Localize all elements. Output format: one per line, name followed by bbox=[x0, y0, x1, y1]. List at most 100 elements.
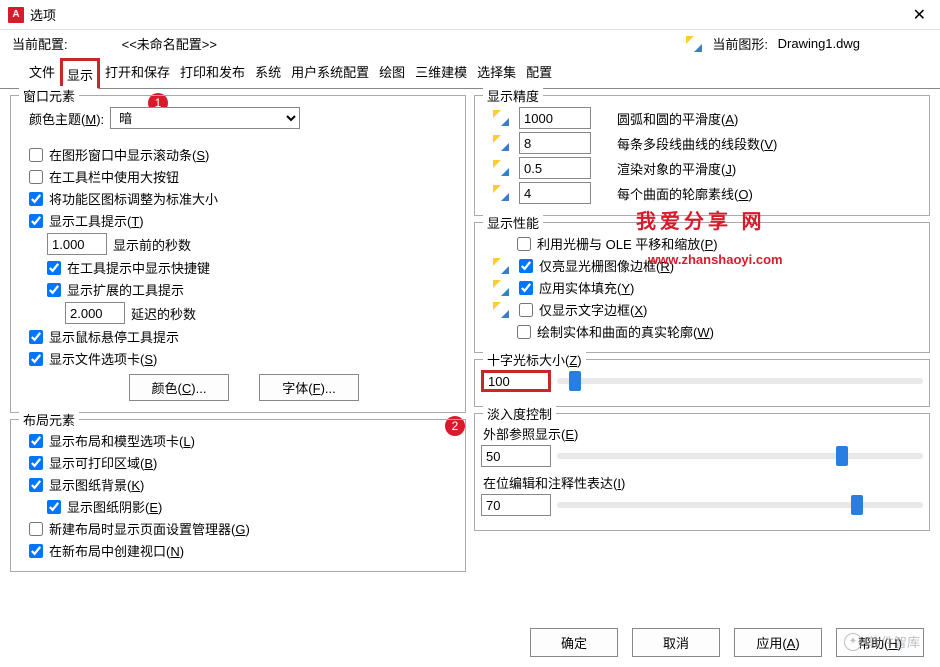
group-title: 显示精度 bbox=[483, 86, 543, 105]
input-render[interactable] bbox=[519, 157, 591, 179]
group-fade: 淡入度控制 外部参照显示(E) 在位编辑和注释性表达(I) bbox=[474, 413, 930, 531]
group-title: 十字光标大小(Z) bbox=[483, 350, 586, 369]
lbl-scrollbars: 在图形窗口中显示滚动条(S) bbox=[49, 145, 209, 164]
chk-solid-fill[interactable] bbox=[519, 281, 533, 295]
chk-large-buttons[interactable] bbox=[29, 170, 43, 184]
input-seconds-display[interactable] bbox=[47, 233, 107, 255]
chk-tooltips[interactable] bbox=[29, 214, 43, 228]
lbl-page-setup: 新建布局时显示页面设置管理器(G) bbox=[49, 519, 250, 538]
lbl-pan-zoom: 利用光栅与 OLE 平移和缩放(P) bbox=[537, 234, 718, 253]
info-row: 当前配置: <<未命名配置>> 当前图形: Drawing1.dwg bbox=[0, 30, 940, 57]
watermark: ✦ 软件智库 bbox=[844, 632, 920, 651]
lbl-edit: 在位编辑和注释性表达(I) bbox=[483, 473, 923, 492]
overlay-text-2: www.zhanshaoyi.com bbox=[648, 252, 783, 267]
slider-edit[interactable] bbox=[557, 502, 923, 508]
lbl-arc: 圆弧和圆的平滑度(A) bbox=[617, 109, 738, 128]
app-icon: A bbox=[8, 7, 24, 23]
slider-xref[interactable] bbox=[557, 453, 923, 459]
input-arc[interactable] bbox=[519, 107, 591, 129]
lbl-delay-seconds: 延迟的秒数 bbox=[131, 304, 196, 323]
chk-ribbon-standard[interactable] bbox=[29, 192, 43, 206]
lbl-extended: 显示扩展的工具提示 bbox=[67, 280, 184, 299]
group-title: 显示性能 bbox=[483, 213, 543, 232]
colors-button[interactable]: 颜色(C)... bbox=[129, 374, 229, 401]
lbl-paper-bg: 显示图纸背景(K) bbox=[49, 475, 144, 494]
tab-selection[interactable]: 选择集 bbox=[472, 57, 521, 88]
dwg-icon bbox=[493, 280, 509, 296]
drawing-label: 当前图形: bbox=[712, 34, 768, 53]
lbl-shortcuts: 在工具提示中显示快捷键 bbox=[67, 258, 210, 277]
group-title: 布局元素 bbox=[19, 410, 79, 429]
cancel-button[interactable]: 取消 bbox=[632, 628, 720, 657]
chk-rollover[interactable] bbox=[29, 330, 43, 344]
group-layout-elements: 布局元素 显示布局和模型选项卡(L) 显示可打印区域(B) 显示图纸背景(K) … bbox=[10, 419, 466, 572]
group-title: 窗口元素 bbox=[19, 86, 79, 105]
dwg-icon bbox=[686, 36, 702, 52]
chk-highlight[interactable] bbox=[519, 259, 533, 273]
title-bar: A 选项 ✕ bbox=[0, 0, 940, 30]
window-title: 选项 bbox=[30, 5, 56, 24]
lbl-viewport: 在新布局中创建视口(N) bbox=[49, 541, 184, 560]
tab-user[interactable]: 用户系统配置 bbox=[286, 57, 374, 88]
dwg-icon bbox=[493, 160, 509, 176]
lbl-text-frame: 仅显示文字边框(X) bbox=[539, 300, 647, 319]
dwg-icon bbox=[493, 302, 509, 318]
chk-viewport[interactable] bbox=[29, 544, 43, 558]
tab-profiles[interactable]: 配置 bbox=[521, 57, 557, 88]
chk-pan-zoom[interactable] bbox=[517, 237, 531, 251]
dwg-icon bbox=[493, 258, 509, 274]
chk-paper-shadow[interactable] bbox=[47, 500, 61, 514]
input-crosshair-size[interactable] bbox=[481, 370, 551, 392]
tab-system[interactable]: 系统 bbox=[250, 57, 286, 88]
dwg-icon bbox=[493, 110, 509, 126]
close-icon[interactable]: ✕ bbox=[907, 5, 932, 25]
group-display-resolution: 显示精度 圆弧和圆的平滑度(A) 每条多段线曲线的线段数(V) 渲染对象的平滑度… bbox=[474, 95, 930, 216]
lbl-render: 渲染对象的平滑度(J) bbox=[617, 159, 736, 178]
lbl-contour: 每个曲面的轮廓素线(O) bbox=[617, 184, 753, 203]
input-xref[interactable] bbox=[481, 445, 551, 467]
profile-value: <<未命名配置>> bbox=[122, 34, 217, 53]
dwg-icon bbox=[493, 135, 509, 151]
chk-filetabs[interactable] bbox=[29, 352, 43, 366]
ok-button[interactable]: 确定 bbox=[530, 628, 618, 657]
lbl-large-buttons: 在工具栏中使用大按钮 bbox=[49, 167, 179, 186]
input-seg[interactable] bbox=[519, 132, 591, 154]
chk-layout-tabs[interactable] bbox=[29, 434, 43, 448]
color-theme-select[interactable]: 暗 bbox=[110, 107, 300, 129]
tab-open-save[interactable]: 打开和保存 bbox=[100, 57, 175, 88]
chk-true-sil[interactable] bbox=[517, 325, 531, 339]
chk-text-frame[interactable] bbox=[519, 303, 533, 317]
lbl-solid-fill: 应用实体填充(Y) bbox=[539, 278, 634, 297]
tab-drafting[interactable]: 绘图 bbox=[374, 57, 410, 88]
chk-extended[interactable] bbox=[47, 283, 61, 297]
chk-paper-bg[interactable] bbox=[29, 478, 43, 492]
tab-3d[interactable]: 三维建模 bbox=[410, 57, 472, 88]
tab-print[interactable]: 打印和发布 bbox=[175, 57, 250, 88]
input-edit[interactable] bbox=[481, 494, 551, 516]
input-contour[interactable] bbox=[519, 182, 591, 204]
lbl-filetabs: 显示文件选项卡(S) bbox=[49, 349, 157, 368]
dwg-icon bbox=[493, 185, 509, 201]
fonts-button[interactable]: 字体(F)... bbox=[259, 374, 359, 401]
lbl-ribbon-standard: 将功能区图标调整为标准大小 bbox=[49, 189, 218, 208]
overlay-text-1: 我爱分享 网 bbox=[636, 205, 766, 234]
lbl-rollover: 显示鼠标悬停工具提示 bbox=[49, 327, 179, 346]
input-delay-seconds[interactable] bbox=[65, 302, 125, 324]
apply-button[interactable]: 应用(A) bbox=[734, 628, 822, 657]
tab-bar: 文件 显示 打开和保存 打印和发布 系统 用户系统配置 绘图 三维建模 选择集 … bbox=[0, 57, 940, 89]
color-theme-label: 颜色主题(M): bbox=[29, 109, 104, 128]
chk-scrollbars[interactable] bbox=[29, 148, 43, 162]
lbl-true-sil: 绘制实体和曲面的真实轮廓(W) bbox=[537, 322, 714, 341]
chk-shortcuts[interactable] bbox=[47, 261, 61, 275]
lbl-seconds-display: 显示前的秒数 bbox=[113, 235, 191, 254]
drawing-value: Drawing1.dwg bbox=[778, 36, 860, 51]
chk-printable[interactable] bbox=[29, 456, 43, 470]
tab-file[interactable]: 文件 bbox=[24, 57, 60, 88]
chk-page-setup[interactable] bbox=[29, 522, 43, 536]
group-window-elements: 窗口元素 颜色主题(M): 暗 在图形窗口中显示滚动条(S) 在工具栏中使用大按… bbox=[10, 95, 466, 413]
lbl-xref: 外部参照显示(E) bbox=[483, 424, 923, 443]
slider-crosshair[interactable] bbox=[557, 378, 923, 384]
lbl-seg: 每条多段线曲线的线段数(V) bbox=[617, 134, 777, 153]
lbl-layout-tabs: 显示布局和模型选项卡(L) bbox=[49, 431, 195, 450]
tab-display[interactable]: 显示 bbox=[60, 58, 100, 89]
